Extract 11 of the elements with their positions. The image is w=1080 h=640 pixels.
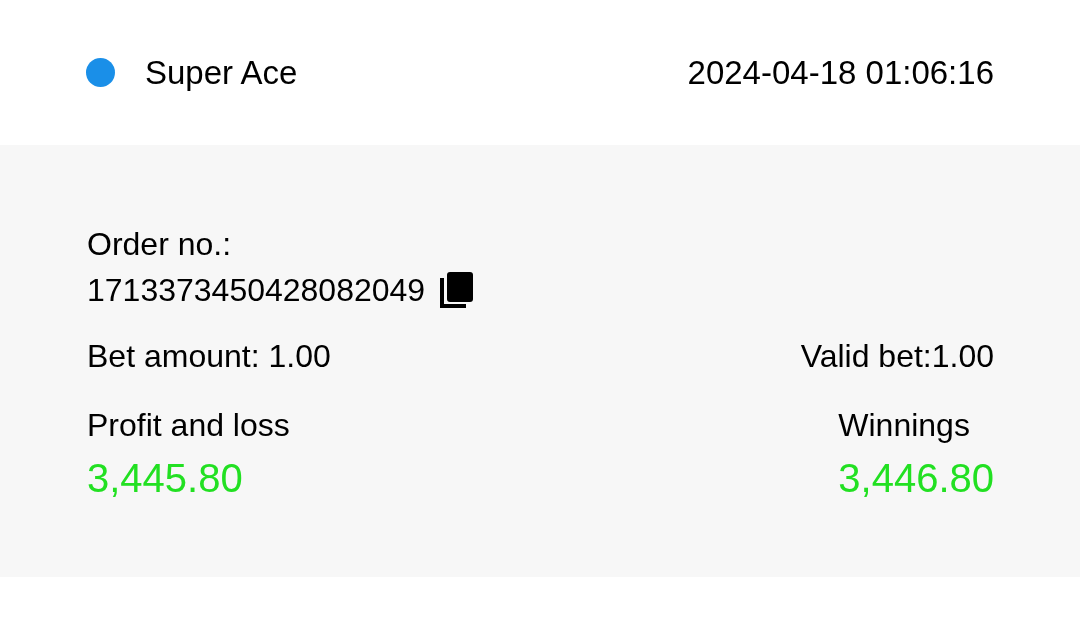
winnings-value: 3,446.80	[838, 455, 994, 502]
order-number: 1713373450428082049	[87, 271, 426, 310]
winnings-label: Winnings	[838, 406, 970, 445]
valid-bet: Valid bet:1.00	[800, 337, 994, 376]
copy-icon[interactable]	[437, 270, 476, 310]
profit-value: 3,445.80	[87, 455, 243, 502]
game-title: Super Ace	[145, 52, 298, 93]
profit-label: Profit and loss	[87, 406, 290, 445]
timestamp: 2024-04-18 01:06:16	[687, 52, 994, 93]
bet-amount: Bet amount: 1.00	[87, 337, 331, 376]
order-label: Order no.:	[87, 225, 232, 264]
